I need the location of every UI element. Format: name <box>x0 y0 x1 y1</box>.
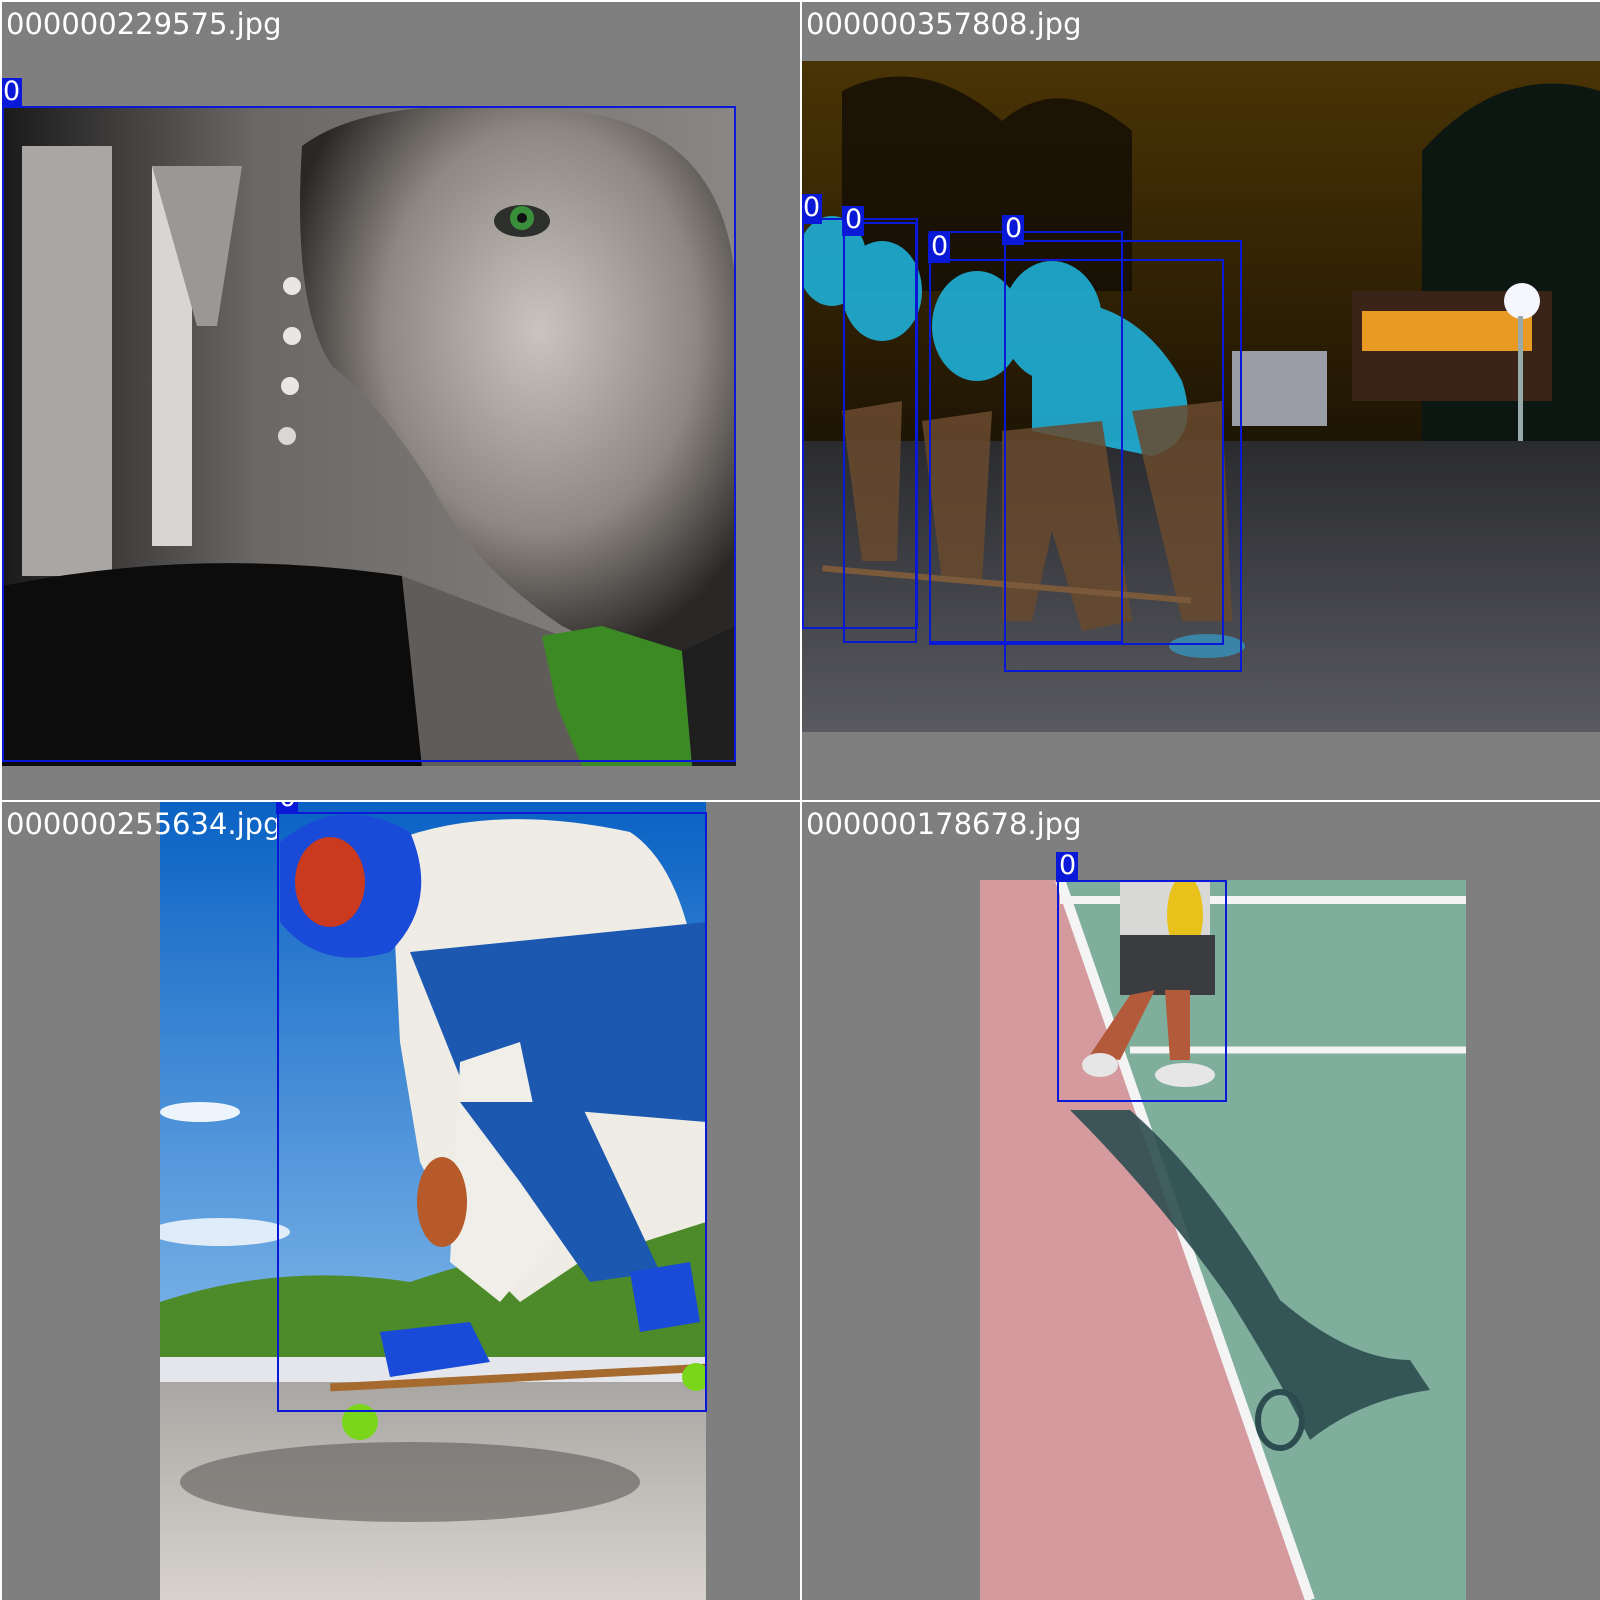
bounding-box <box>929 231 1123 643</box>
class-label: 0 <box>2 78 22 108</box>
filename-label: 000000229575.jpg <box>6 7 282 41</box>
filename-label: 000000357808.jpg <box>806 7 1082 41</box>
bounding-box <box>2 106 736 762</box>
bounding-box <box>1057 880 1227 1102</box>
filename-label: 000000255634.jpg <box>6 807 282 841</box>
class-label: 0 <box>276 802 298 814</box>
filename-label: 000000178678.jpg <box>806 807 1082 841</box>
mosaic-tile-4: 000000178678.jpg 0 <box>802 802 1600 1600</box>
class-label: 0 <box>802 194 822 224</box>
class-label: 0 <box>1002 215 1024 245</box>
class-label: 0 <box>928 233 950 263</box>
mosaic-tile-3: 000000255634.jpg 0 <box>2 802 800 1600</box>
class-label: 0 <box>842 206 864 236</box>
mosaic-tile-1: 000000229575.jpg 0 <box>2 2 800 800</box>
bounding-box <box>843 222 917 643</box>
class-label: 0 <box>1056 852 1078 882</box>
mosaic-tile-2: 000000357808.jpg 0 0 0 0 <box>802 2 1600 800</box>
bounding-box <box>277 812 707 1412</box>
